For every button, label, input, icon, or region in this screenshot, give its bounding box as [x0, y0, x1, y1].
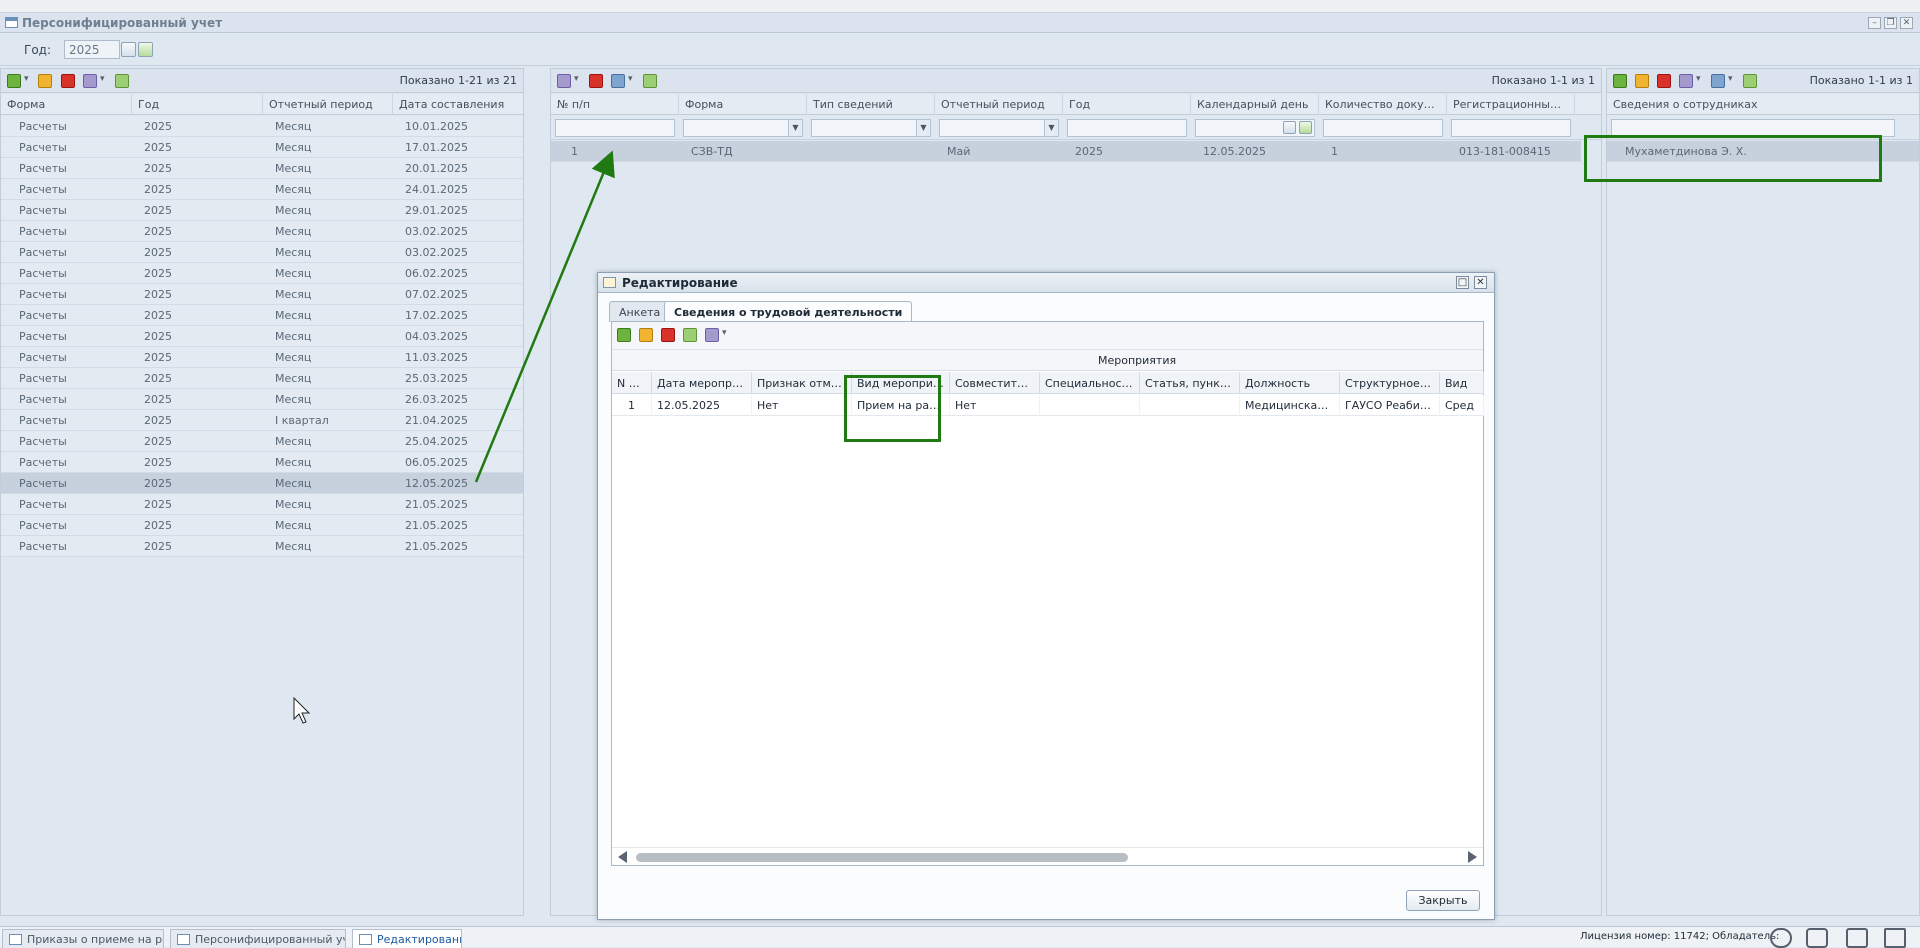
refresh-icon[interactable] [683, 328, 697, 342]
window-icon [9, 934, 22, 945]
task-label: Персонифицированный учет [195, 933, 346, 946]
edit-icon[interactable] [639, 328, 653, 342]
filter-icon[interactable] [1884, 928, 1906, 948]
camera-icon[interactable] [1806, 928, 1828, 948]
tab-anketa[interactable]: Анкета [609, 301, 671, 322]
table-cell: Нет [950, 395, 1040, 416]
help-icon[interactable] [1770, 928, 1792, 948]
events-column-header[interactable]: Дата мероприя... [652, 372, 752, 394]
actions-gear-icon[interactable] [705, 328, 727, 342]
taskbar: Приказы о приеме на ра... Персонифициров… [0, 926, 1920, 948]
table-cell: Нет [752, 395, 852, 416]
window-icon [359, 934, 372, 945]
table-cell: Прием на работу [852, 395, 950, 416]
mail-icon[interactable] [1846, 928, 1868, 948]
events-column-header[interactable]: Совместитель [950, 372, 1040, 394]
table-cell [1140, 395, 1240, 416]
task-label: Редактирование [377, 933, 461, 946]
add-icon[interactable] [617, 328, 631, 342]
close-dialog-icon[interactable]: ✕ [1474, 276, 1487, 289]
table-cell: Медицинская с... [1240, 395, 1340, 416]
delete-icon[interactable] [661, 328, 675, 342]
table-cell: Сред [1440, 395, 1484, 416]
table-row[interactable]: 1 12.05.2025 Нет Прием на работу Нет Медицинс… [612, 395, 1484, 416]
events-grid-header: N п/п Дата мероприя... Признак отмен... Вид… [612, 372, 1484, 394]
events-column-header[interactable]: Вид [1440, 372, 1484, 394]
dialog-titlebar: Редактирование □ ✕ [598, 273, 1494, 293]
close-button[interactable]: Закрыть [1406, 890, 1480, 911]
events-group-title: Мероприятия [1098, 354, 1177, 367]
events-column-header[interactable]: N п/п [612, 372, 652, 394]
events-column-header[interactable]: Признак отмен... [752, 372, 852, 394]
edit-dialog: Редактирование □ ✕ Анкета Сведения о тру… [597, 272, 1495, 920]
table-cell: 1 [612, 395, 652, 416]
events-toolbar [612, 322, 1483, 350]
events-column-header[interactable]: Должность [1240, 372, 1340, 394]
table-cell: 12.05.2025 [652, 395, 752, 416]
license-info: Лицензия номер: 11742; Обладатель: [1580, 931, 1780, 942]
table-cell [1040, 395, 1140, 416]
maximize-dialog-button[interactable]: □ [1456, 276, 1469, 289]
scroll-right-icon[interactable] [1468, 851, 1477, 863]
task-edit[interactable]: Редактирование [352, 929, 462, 948]
tab-work-activity[interactable]: Сведения о трудовой деятельности [664, 301, 913, 323]
scrollbar-thumb[interactable] [636, 853, 1128, 862]
events-column-header[interactable]: Структурное по... [1340, 372, 1440, 394]
task-orders[interactable]: Приказы о приеме на ра... [2, 929, 164, 948]
dialog-title: Редактирование [622, 276, 738, 290]
horizontal-scrollbar[interactable] [612, 847, 1483, 865]
table-cell: ГАУСО Реабили... [1340, 395, 1440, 416]
task-label: Приказы о приеме на ра... [27, 933, 163, 946]
mouse-cursor-icon [293, 697, 311, 724]
window-icon [177, 934, 190, 945]
events-column-header[interactable]: Специальность,... [1040, 372, 1140, 394]
task-personified[interactable]: Персонифицированный учет [170, 929, 346, 948]
events-column-header[interactable]: Статья, пункт Т... [1140, 372, 1240, 394]
edit-window-icon [603, 277, 616, 288]
scroll-left-icon[interactable] [618, 851, 627, 863]
work-activity-panel: Мероприятия N п/пДата мероприя...Признак… [611, 321, 1484, 866]
events-column-header[interactable]: Вид мероприятия [852, 372, 950, 394]
events-group-header: Мероприятия [612, 350, 1483, 371]
